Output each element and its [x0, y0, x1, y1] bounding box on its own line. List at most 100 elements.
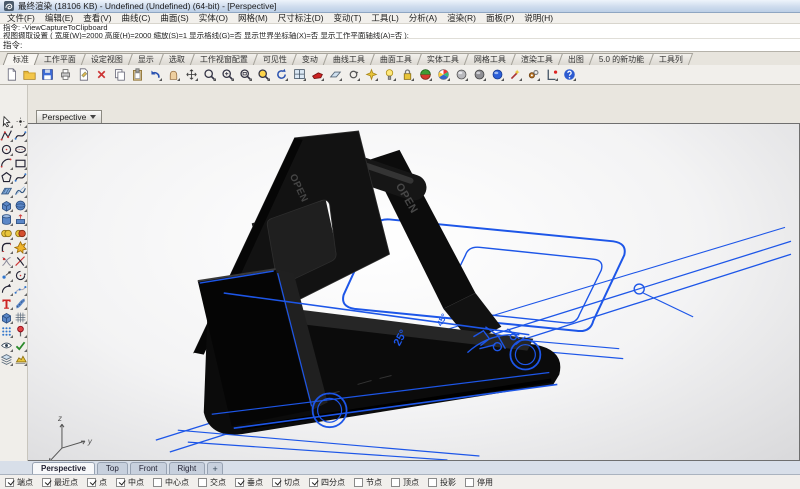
open-file-icon[interactable]	[21, 66, 38, 83]
cylinder-icon[interactable]	[0, 213, 13, 226]
new-file-icon[interactable]	[3, 66, 20, 83]
menu-item-5[interactable]: 实体(O)	[194, 12, 233, 24]
pan-icon[interactable]	[165, 66, 182, 83]
rectangle-icon[interactable]	[14, 157, 27, 170]
osnap-1[interactable]: 最近点	[42, 477, 78, 488]
copy-icon[interactable]	[111, 66, 128, 83]
osnap-4[interactable]: 中心点	[153, 477, 189, 488]
menu-item-6[interactable]: 网格(M)	[233, 12, 273, 24]
options-icon[interactable]	[525, 66, 542, 83]
osnap-5[interactable]: 交点	[198, 477, 226, 488]
osnap-checkbox[interactable]	[42, 478, 51, 487]
text-icon[interactable]	[0, 297, 13, 310]
split-icon[interactable]	[14, 255, 27, 268]
command-input[interactable]	[25, 40, 797, 50]
zoom-extents-icon[interactable]	[237, 66, 254, 83]
menu-item-0[interactable]: 文件(F)	[2, 12, 40, 24]
set-cplane-icon[interactable]	[327, 66, 344, 83]
points-on-icon[interactable]	[14, 283, 27, 296]
trim-icon[interactable]	[0, 255, 13, 268]
menu-item-7[interactable]: 尺寸标注(D)	[273, 12, 329, 24]
mesh-icon[interactable]	[14, 311, 27, 324]
drag-icon[interactable]	[0, 269, 13, 282]
box-icon[interactable]	[0, 199, 13, 212]
menu-item-3[interactable]: 曲线(C)	[117, 12, 156, 24]
osnap-checkbox[interactable]	[235, 478, 244, 487]
osnap-3[interactable]: 中点	[116, 477, 144, 488]
zoom-window-icon[interactable]	[219, 66, 236, 83]
explode-icon[interactable]	[14, 241, 27, 254]
pipe-icon[interactable]	[14, 297, 27, 310]
extrude-icon[interactable]	[14, 213, 27, 226]
toolbar-tab-15[interactable]: 工具列	[649, 53, 693, 65]
join-icon[interactable]	[0, 311, 13, 324]
menu-item-2[interactable]: 查看(V)	[78, 12, 116, 24]
layers-icon[interactable]	[0, 353, 13, 366]
hide-icon[interactable]	[0, 339, 13, 352]
viewport-canvas[interactable]: OPEN OPEN	[28, 124, 799, 460]
osnap-checkbox[interactable]	[153, 478, 162, 487]
undo-icon[interactable]	[147, 66, 164, 83]
rotate-3d-icon[interactable]	[14, 269, 27, 282]
viewport-tab-right[interactable]: Right	[169, 462, 206, 474]
save-icon[interactable]	[39, 66, 56, 83]
viewport-menu-arrow-icon[interactable]	[90, 115, 96, 119]
boolean-difference-icon[interactable]	[14, 227, 27, 240]
command-history[interactable]: 指令: -ViewCaptureToClipboard 视图撷取设置 ( 宽度(…	[0, 24, 800, 39]
move-icon[interactable]	[183, 66, 200, 83]
osnap-checkbox[interactable]	[198, 478, 207, 487]
panels-icon[interactable]	[543, 66, 560, 83]
osnap-checkbox[interactable]	[87, 478, 96, 487]
shaded-display-icon[interactable]	[453, 66, 470, 83]
fillet-icon[interactable]	[0, 241, 13, 254]
toolbar-tab-5[interactable]: 工作视窗配置	[190, 53, 258, 65]
menu-item-4[interactable]: 曲面(S)	[155, 12, 193, 24]
menu-item-11[interactable]: 渲染(R)	[442, 12, 481, 24]
render-preview-icon[interactable]	[14, 353, 27, 366]
viewport-tab-top[interactable]: Top	[97, 462, 128, 474]
osnap-8[interactable]: 四分点	[309, 477, 345, 488]
select-icon[interactable]	[0, 115, 13, 128]
osnap-0[interactable]: 端点	[5, 477, 33, 488]
rendered-display-icon[interactable]	[435, 66, 452, 83]
toolbar-tab-2[interactable]: 设定视图	[81, 53, 133, 65]
osnap-checkbox[interactable]	[5, 478, 14, 487]
copy-to-clipboard-icon[interactable]	[75, 66, 92, 83]
viewport-tab-perspective[interactable]: Perspective	[32, 462, 95, 474]
menu-item-12[interactable]: 面板(P)	[481, 12, 519, 24]
polyline-icon[interactable]	[0, 129, 13, 142]
lamp-icon[interactable]	[381, 66, 398, 83]
menu-item-10[interactable]: 分析(A)	[404, 12, 442, 24]
wireframe-display-icon[interactable]	[417, 66, 434, 83]
toolbar-tab-9[interactable]: 曲面工具	[370, 53, 422, 65]
named-view-icon[interactable]	[309, 66, 326, 83]
loft-icon[interactable]	[14, 185, 27, 198]
object-snap-icon[interactable]	[363, 66, 380, 83]
toolbar-tab-12[interactable]: 渲染工具	[511, 53, 563, 65]
osnap-11[interactable]: 投影	[428, 477, 456, 488]
menu-item-13[interactable]: 说明(H)	[519, 12, 558, 24]
model-phone-stand[interactable]: OPEN OPEN	[194, 131, 561, 435]
osnap-6[interactable]: 垂点	[235, 477, 263, 488]
osnap-checkbox[interactable]	[116, 478, 125, 487]
help-icon[interactable]	[561, 66, 578, 83]
toolbar-tab-14[interactable]: 5.0 的新功能	[589, 53, 655, 65]
zoom-selected-icon[interactable]	[255, 66, 272, 83]
ortho-view-icon[interactable]	[345, 66, 362, 83]
gumball-icon[interactable]	[14, 325, 27, 338]
osnap-10[interactable]: 顶点	[391, 477, 419, 488]
helix-icon[interactable]	[14, 171, 27, 184]
menu-item-1[interactable]: 编辑(E)	[40, 12, 78, 24]
toolbar-tab-6[interactable]: 可见性	[253, 53, 297, 65]
polygon-icon[interactable]	[0, 171, 13, 184]
toolbar-tab-8[interactable]: 曲线工具	[323, 53, 375, 65]
paste-icon[interactable]	[129, 66, 146, 83]
osnap-checkbox[interactable]	[272, 478, 281, 487]
viewport-tab-front[interactable]: Front	[130, 462, 167, 474]
toolbar-tab-0[interactable]: 标准	[3, 53, 39, 65]
point-icon[interactable]	[14, 115, 27, 128]
ghosted-display-icon[interactable]	[471, 66, 488, 83]
new-viewport-tab-button[interactable]: +	[207, 462, 223, 474]
viewport[interactable]: OPEN OPEN	[28, 123, 800, 461]
menu-item-8[interactable]: 变动(T)	[329, 12, 367, 24]
